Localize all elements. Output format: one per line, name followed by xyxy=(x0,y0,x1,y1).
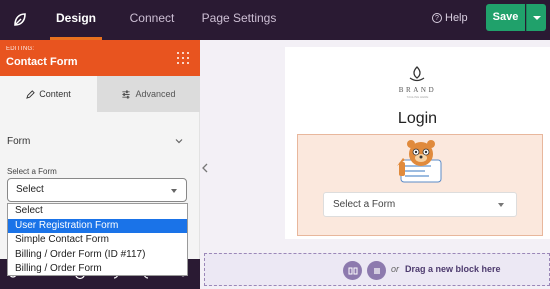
dropdown-option[interactable]: Simple Contact Form xyxy=(8,233,187,248)
sidebar: EDITING: Contact Form Content Advanced F… xyxy=(0,40,200,289)
form-select-dropdown: Select User Registration Form Simple Con… xyxy=(7,203,188,276)
page-preview: BRAND TAGLINE HERE Login Select a Form o… xyxy=(204,40,550,289)
tab-content[interactable]: Content xyxy=(0,76,97,112)
tab-content-label: Content xyxy=(39,89,71,99)
chevron-down-icon[interactable] xyxy=(175,137,183,145)
dropdown-option[interactable]: Select xyxy=(8,204,187,219)
help-label: Help xyxy=(445,12,468,24)
brand-tagline: TAGLINE HERE xyxy=(406,95,429,99)
contact-form-block[interactable]: Select a Form xyxy=(297,134,543,236)
editing-header: EDITING: Contact Form xyxy=(0,40,200,76)
form-preview-select[interactable]: Select a Form xyxy=(323,192,517,217)
editing-title: Contact Form xyxy=(6,56,78,68)
save-options-button[interactable] xyxy=(526,4,546,31)
add-section-button[interactable] xyxy=(343,261,362,280)
editing-label: EDITING: xyxy=(6,46,35,52)
new-block-dropzone[interactable]: or Drag a new block here xyxy=(204,253,550,286)
help-icon: ? xyxy=(432,13,442,23)
select-arrow-icon xyxy=(171,189,177,193)
dropdown-option[interactable]: Billing / Order Form xyxy=(8,262,187,277)
tab-advanced[interactable]: Advanced xyxy=(97,76,200,112)
wpforms-mascot-icon xyxy=(397,140,442,183)
columns-icon xyxy=(348,267,357,274)
save-button[interactable]: Save xyxy=(486,4,525,31)
brand-logo-icon xyxy=(409,66,425,82)
rows-icon xyxy=(373,267,380,274)
login-card: BRAND TAGLINE HERE Login Select a Form xyxy=(285,47,550,239)
seedprod-logo-icon[interactable] xyxy=(0,0,40,40)
form-select[interactable]: Select xyxy=(7,178,187,202)
section-title-form: Form xyxy=(7,136,31,147)
tab-advanced-label: Advanced xyxy=(135,89,176,99)
dropzone-cta: Drag a new block here xyxy=(405,264,501,274)
dropzone-or: or xyxy=(391,264,400,274)
login-title: Login xyxy=(397,110,438,127)
collapse-sidebar-handle[interactable] xyxy=(200,155,210,181)
tab-page-settings[interactable]: Page Settings xyxy=(200,0,278,40)
help-link[interactable]: ? Help xyxy=(432,0,468,40)
form-select-value: Select xyxy=(16,184,44,195)
select-arrow-icon xyxy=(498,203,504,207)
add-block-button[interactable] xyxy=(367,261,386,280)
sidebar-tabs: Content Advanced xyxy=(0,76,200,112)
dropdown-option[interactable]: Billing / Order Form (ID #117) xyxy=(8,248,187,263)
tab-design[interactable]: Design xyxy=(50,0,102,40)
top-bar: Design Connect Page Settings ? Help Save xyxy=(0,0,550,40)
pencil-icon xyxy=(26,90,35,99)
chevron-down-icon xyxy=(532,15,541,20)
select-form-label: Select a Form xyxy=(7,167,57,176)
tab-connect[interactable]: Connect xyxy=(121,0,183,40)
dropdown-option-selected[interactable]: User Registration Form xyxy=(8,218,187,234)
sliders-icon xyxy=(122,90,131,99)
chevron-left-icon xyxy=(202,163,208,173)
brand-name: BRAND xyxy=(398,86,437,94)
form-preview-placeholder: Select a Form xyxy=(333,199,396,210)
grid-menu-icon[interactable] xyxy=(177,52,189,64)
